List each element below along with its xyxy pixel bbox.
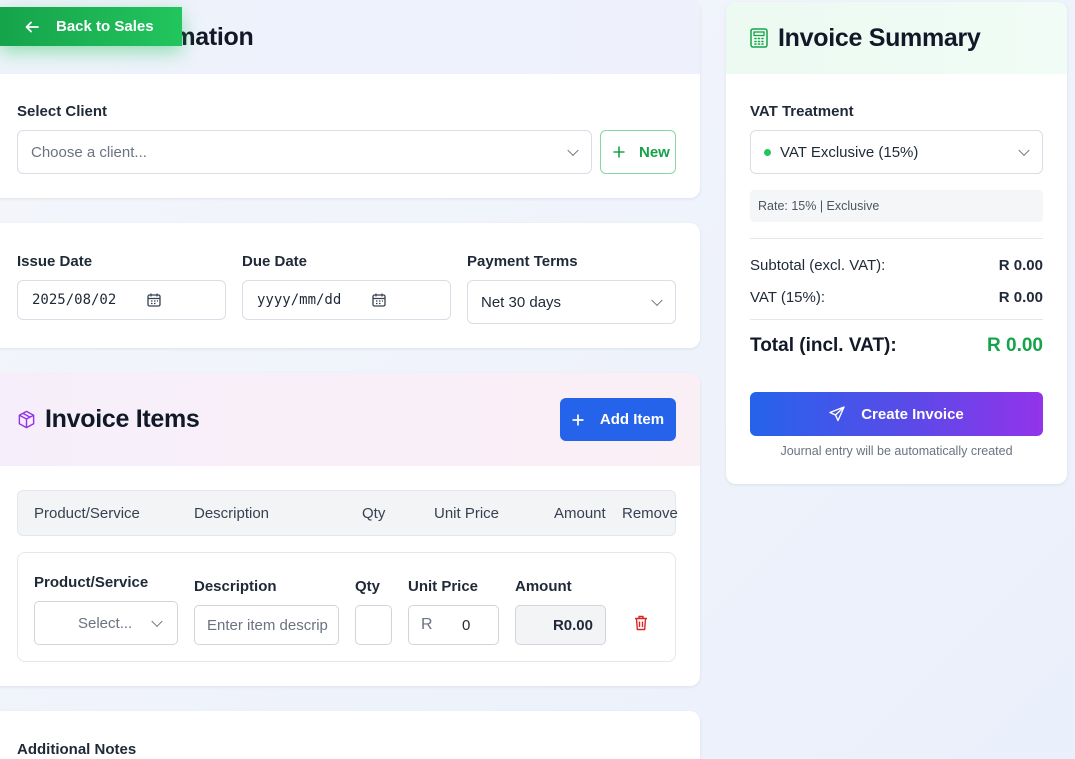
issue-date-label: Issue Date xyxy=(17,253,93,270)
issue-date-input[interactable]: 2025/08/02 xyxy=(17,280,226,320)
due-date-input[interactable]: yyyy/mm/dd xyxy=(242,280,451,320)
additional-notes-card: Additional Notes xyxy=(0,711,700,759)
total-row: Total (incl. VAT): R 0.00 xyxy=(750,335,1043,357)
box-icon xyxy=(17,410,36,429)
column-header-remove: Remove xyxy=(622,505,678,522)
summary-divider xyxy=(750,238,1043,239)
qty-label: Qty xyxy=(355,578,381,595)
back-to-sales-button[interactable]: Back to Sales xyxy=(0,7,182,46)
create-invoice-label: Create Invoice xyxy=(861,405,964,423)
calculator-icon xyxy=(750,28,768,48)
payment-terms-select[interactable]: Net 30 days xyxy=(467,280,676,324)
back-button-label: Back to Sales xyxy=(56,18,154,35)
select-client-label: Select Client xyxy=(17,103,108,120)
chevron-down-icon xyxy=(151,615,163,628)
unit-price-input[interactable]: R 0 xyxy=(408,605,499,645)
chevron-down-icon xyxy=(567,144,579,157)
amount-display: R0.00 xyxy=(515,605,606,645)
vat-treatment-value: VAT Exclusive (15%) xyxy=(780,143,919,161)
client-select[interactable]: Choose a client... xyxy=(17,130,592,174)
add-item-button[interactable]: Add Item xyxy=(560,398,676,441)
arrow-left-icon xyxy=(24,19,40,35)
vat-line-label: VAT (15%): xyxy=(750,289,826,306)
payment-terms-label: Payment Terms xyxy=(467,253,578,270)
client-select-placeholder: Choose a client... xyxy=(31,143,147,161)
new-client-label: New xyxy=(639,143,670,161)
amount-label: Amount xyxy=(515,578,572,595)
vat-treatment-label: VAT Treatment xyxy=(750,103,854,120)
trash-icon[interactable] xyxy=(634,615,648,631)
status-dot-icon xyxy=(764,149,771,156)
create-invoice-button[interactable]: Create Invoice xyxy=(750,392,1043,436)
invoice-items-card: Invoice Items Add Item Product/Service D… xyxy=(0,373,700,686)
column-header-qty: Qty xyxy=(362,505,386,522)
chevron-down-icon xyxy=(1018,144,1030,157)
summary-card-header: Invoice Summary xyxy=(726,2,1067,74)
column-header-amount: Amount xyxy=(554,505,606,522)
description-placeholder: Enter item descrip xyxy=(207,616,328,634)
summary-section-title: Invoice Summary xyxy=(778,23,981,52)
unit-price-value: 0 xyxy=(462,616,471,634)
vat-rate-text: Rate: 15% | Exclusive xyxy=(758,199,880,213)
vat-rate-info: Rate: 15% | Exclusive xyxy=(750,190,1043,222)
product-select[interactable]: Select... xyxy=(34,601,178,645)
qty-input[interactable] xyxy=(355,605,392,645)
calendar-icon[interactable] xyxy=(372,293,386,307)
product-label: Product/Service xyxy=(34,574,149,591)
column-header-unit-price: Unit Price xyxy=(434,505,500,522)
subtotal-value: R 0.00 xyxy=(998,257,1043,274)
vat-row: VAT (15%): R 0.00 xyxy=(750,289,1043,306)
column-header-description: Description xyxy=(194,505,270,522)
total-value: R 0.00 xyxy=(987,335,1043,356)
new-client-button[interactable]: New xyxy=(600,130,676,174)
description-label: Description xyxy=(194,578,277,595)
issue-date-value: 2025/08/02 xyxy=(32,292,117,308)
items-section-title: Invoice Items xyxy=(45,405,200,433)
due-date-value: yyyy/mm/dd xyxy=(257,292,342,308)
chevron-down-icon xyxy=(651,294,663,307)
summary-divider xyxy=(750,319,1043,320)
invoice-item-row: Product/Service Select... Description En… xyxy=(17,552,676,662)
calendar-icon[interactable] xyxy=(147,293,161,307)
amount-value: R0.00 xyxy=(552,616,593,634)
product-select-placeholder: Select... xyxy=(78,614,133,632)
subtotal-row: Subtotal (excl. VAT): R 0.00 xyxy=(750,257,1043,274)
total-label: Total (incl. VAT): xyxy=(750,335,897,356)
items-table-header: Product/Service Description Qty Unit Pri… xyxy=(17,490,678,536)
invoice-dates-card: Issue Date 2025/08/02 Due Date yyyy/mm/d… xyxy=(0,223,700,348)
currency-prefix: R xyxy=(421,616,433,633)
add-item-label: Add Item xyxy=(599,411,665,428)
additional-notes-label: Additional Notes xyxy=(17,741,137,758)
invoice-summary-card: Invoice Summary VAT Treatment VAT Exclus… xyxy=(726,2,1067,484)
description-input[interactable]: Enter item descrip xyxy=(194,605,339,645)
vat-line-value: R 0.00 xyxy=(998,289,1043,306)
unit-price-label: Unit Price xyxy=(408,578,479,595)
vat-treatment-select[interactable]: VAT Exclusive (15%) xyxy=(750,130,1043,174)
due-date-label: Due Date xyxy=(242,253,308,270)
journal-footnote: Journal entry will be automatically crea… xyxy=(780,444,1013,458)
plus-icon xyxy=(613,146,625,158)
payment-terms-value: Net 30 days xyxy=(481,293,562,311)
plus-icon xyxy=(572,414,584,426)
send-icon xyxy=(829,406,845,422)
subtotal-label: Subtotal (excl. VAT): xyxy=(750,257,886,274)
column-header-product: Product/Service xyxy=(34,505,140,522)
